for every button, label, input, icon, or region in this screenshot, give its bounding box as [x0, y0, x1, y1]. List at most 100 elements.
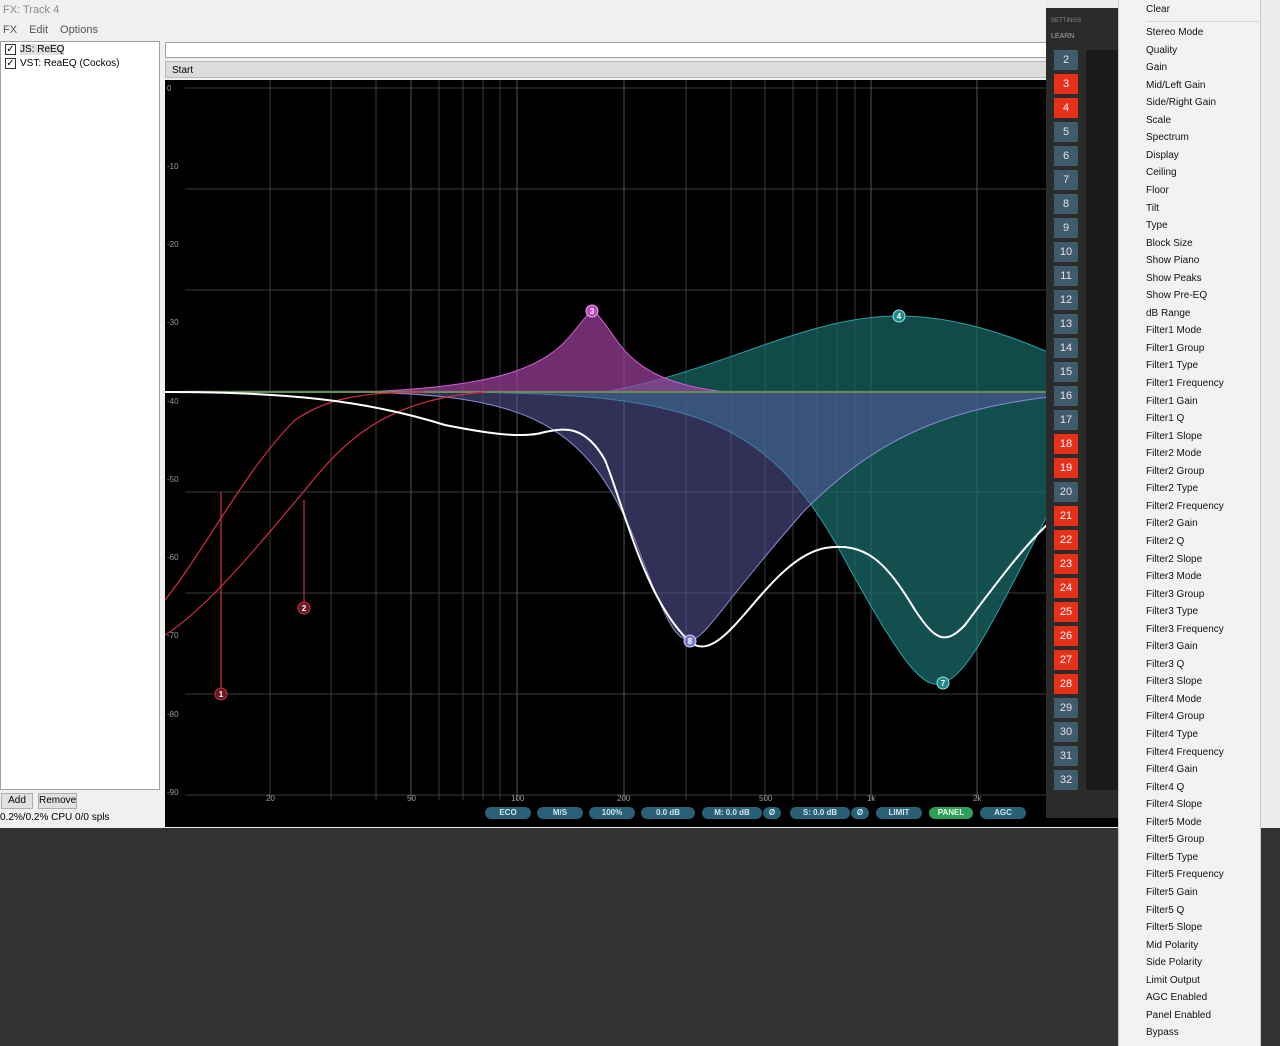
learn-slot-button[interactable]: 7: [1054, 170, 1078, 190]
menu-item[interactable]: Filter4 Q: [1146, 782, 1184, 793]
learn-slot-button[interactable]: 2: [1054, 50, 1078, 70]
learn-slot-button[interactable]: 4: [1054, 98, 1078, 118]
eco-button[interactable]: ECO: [485, 807, 531, 819]
menu-item[interactable]: Filter3 Type: [1146, 606, 1198, 617]
menu-item-clear[interactable]: Clear: [1146, 4, 1170, 15]
menu-item[interactable]: Filter4 Type: [1146, 729, 1198, 740]
menu-item[interactable]: Filter2 Q: [1146, 536, 1184, 547]
menu-item[interactable]: Gain: [1146, 62, 1167, 73]
menu-item[interactable]: Filter3 Slope: [1146, 676, 1202, 687]
tab-settings[interactable]: SETTINGS: [1051, 18, 1081, 24]
learn-slot-button[interactable]: 30: [1054, 722, 1078, 742]
menu-item[interactable]: Quality: [1146, 45, 1177, 56]
learn-slot-button[interactable]: 20: [1054, 482, 1078, 502]
menu-item[interactable]: Show Piano: [1146, 255, 1199, 266]
learn-slot-button[interactable]: 13: [1054, 314, 1078, 334]
menu-item[interactable]: Show Peaks: [1146, 273, 1202, 284]
learn-slot-button[interactable]: 25: [1054, 602, 1078, 622]
learn-slot-button[interactable]: 8: [1054, 194, 1078, 214]
mid-gain-button[interactable]: M: 0.0 dB: [702, 807, 762, 819]
menu-item[interactable]: Filter1 Mode: [1146, 325, 1202, 336]
learn-slot-button[interactable]: 15: [1054, 362, 1078, 382]
learn-slot-button[interactable]: 18: [1054, 434, 1078, 454]
menu-item[interactable]: Filter4 Slope: [1146, 799, 1202, 810]
learn-slot-button[interactable]: 3: [1054, 74, 1078, 94]
remove-button[interactable]: Remove: [38, 793, 77, 809]
menu-item[interactable]: Filter1 Slope: [1146, 431, 1202, 442]
eq-display[interactable]: 1 2 3 4 7 8 0 -10 -20 -30 -40 -50 -60 -7…: [165, 80, 1118, 827]
menu-item[interactable]: Filter4 Gain: [1146, 764, 1198, 775]
menu-item[interactable]: Type: [1146, 220, 1168, 231]
menu-item[interactable]: Ceiling: [1146, 167, 1177, 178]
menu-edit[interactable]: Edit: [26, 24, 51, 40]
learn-slot-button[interactable]: 27: [1054, 650, 1078, 670]
menu-item[interactable]: Filter3 Gain: [1146, 641, 1198, 652]
menu-item[interactable]: Filter5 Gain: [1146, 887, 1198, 898]
add-button[interactable]: Add: [1, 793, 33, 809]
band-handle-8[interactable]: 8: [683, 634, 697, 648]
learn-slot-button[interactable]: 32: [1054, 770, 1078, 790]
menu-item[interactable]: Floor: [1146, 185, 1169, 196]
learn-slot-button[interactable]: 11: [1054, 266, 1078, 286]
menu-item[interactable]: Filter1 Type: [1146, 360, 1198, 371]
learn-slot-button[interactable]: 12: [1054, 290, 1078, 310]
menu-item[interactable]: Filter1 Q: [1146, 413, 1184, 424]
menu-item[interactable]: Filter1 Frequency: [1146, 378, 1224, 389]
learn-slot-button[interactable]: 26: [1054, 626, 1078, 646]
learn-slot-button[interactable]: 24: [1054, 578, 1078, 598]
checkbox-icon[interactable]: ✓: [5, 57, 16, 69]
band-handle-3[interactable]: 3: [585, 304, 599, 318]
menu-item[interactable]: Filter2 Mode: [1146, 448, 1202, 459]
menu-item[interactable]: Spectrum: [1146, 132, 1189, 143]
menu-item[interactable]: Filter2 Slope: [1146, 554, 1202, 565]
menu-item[interactable]: Filter5 Frequency: [1146, 869, 1224, 880]
side-gain-button[interactable]: S: 0.0 dB: [790, 807, 850, 819]
menu-item[interactable]: Filter5 Slope: [1146, 922, 1202, 933]
start-bar[interactable]: Start: [165, 61, 1055, 78]
learn-slot-button[interactable]: 5: [1054, 122, 1078, 142]
menu-item[interactable]: Block Size: [1146, 238, 1193, 249]
menu-options[interactable]: Options: [57, 24, 101, 40]
menu-item[interactable]: Filter5 Group: [1146, 834, 1204, 845]
menu-item[interactable]: Filter2 Type: [1146, 483, 1198, 494]
menu-fx[interactable]: FX: [0, 24, 20, 40]
panel-button[interactable]: PANEL: [929, 807, 973, 819]
learn-slot-button[interactable]: 6: [1054, 146, 1078, 166]
checkbox-icon[interactable]: ✓: [5, 43, 16, 55]
fx-chain-item[interactable]: ✓ JS: ReEQ: [1, 42, 159, 56]
menu-item[interactable]: Scale: [1146, 115, 1171, 126]
menu-item[interactable]: Filter3 Group: [1146, 589, 1204, 600]
menu-item[interactable]: Filter2 Gain: [1146, 518, 1198, 529]
menu-item[interactable]: AGC Enabled: [1146, 992, 1207, 1003]
menu-item[interactable]: Stereo Mode: [1146, 27, 1203, 38]
menu-item[interactable]: Filter3 Mode: [1146, 571, 1202, 582]
preset-input[interactable]: [165, 42, 1055, 58]
menu-item[interactable]: Filter1 Group: [1146, 343, 1204, 354]
learn-slot-button[interactable]: 9: [1054, 218, 1078, 238]
menu-item[interactable]: Filter5 Q: [1146, 905, 1184, 916]
menu-item[interactable]: Filter2 Frequency: [1146, 501, 1224, 512]
menu-item[interactable]: Limit Output: [1146, 975, 1200, 986]
learn-slot-button[interactable]: 31: [1054, 746, 1078, 766]
band-handle-4[interactable]: 4: [892, 309, 906, 323]
mid-polarity-button[interactable]: Ø: [763, 807, 781, 819]
learn-slot-button[interactable]: 21: [1054, 506, 1078, 526]
menu-item[interactable]: Side Polarity: [1146, 957, 1202, 968]
band-handle-2[interactable]: 2: [297, 601, 311, 615]
menu-item[interactable]: Filter4 Group: [1146, 711, 1204, 722]
menu-item[interactable]: Filter5 Mode: [1146, 817, 1202, 828]
eq-graph[interactable]: 1 2 3 4 7 8: [165, 80, 1118, 827]
learn-slot-button[interactable]: 10: [1054, 242, 1078, 262]
menu-item[interactable]: Display: [1146, 150, 1179, 161]
side-polarity-button[interactable]: Ø: [851, 807, 869, 819]
menu-item[interactable]: Filter1 Gain: [1146, 396, 1198, 407]
menu-item[interactable]: Filter5 Type: [1146, 852, 1198, 863]
quality-button[interactable]: 100%: [589, 807, 635, 819]
menu-item[interactable]: Mid/Left Gain: [1146, 80, 1205, 91]
learn-slot-button[interactable]: 19: [1054, 458, 1078, 478]
menu-item[interactable]: Filter4 Mode: [1146, 694, 1202, 705]
learn-slot-button[interactable]: 29: [1054, 698, 1078, 718]
tab-learn[interactable]: LEARN: [1051, 33, 1074, 40]
agc-button[interactable]: AGC: [980, 807, 1026, 819]
menu-item[interactable]: dB Range: [1146, 308, 1190, 319]
